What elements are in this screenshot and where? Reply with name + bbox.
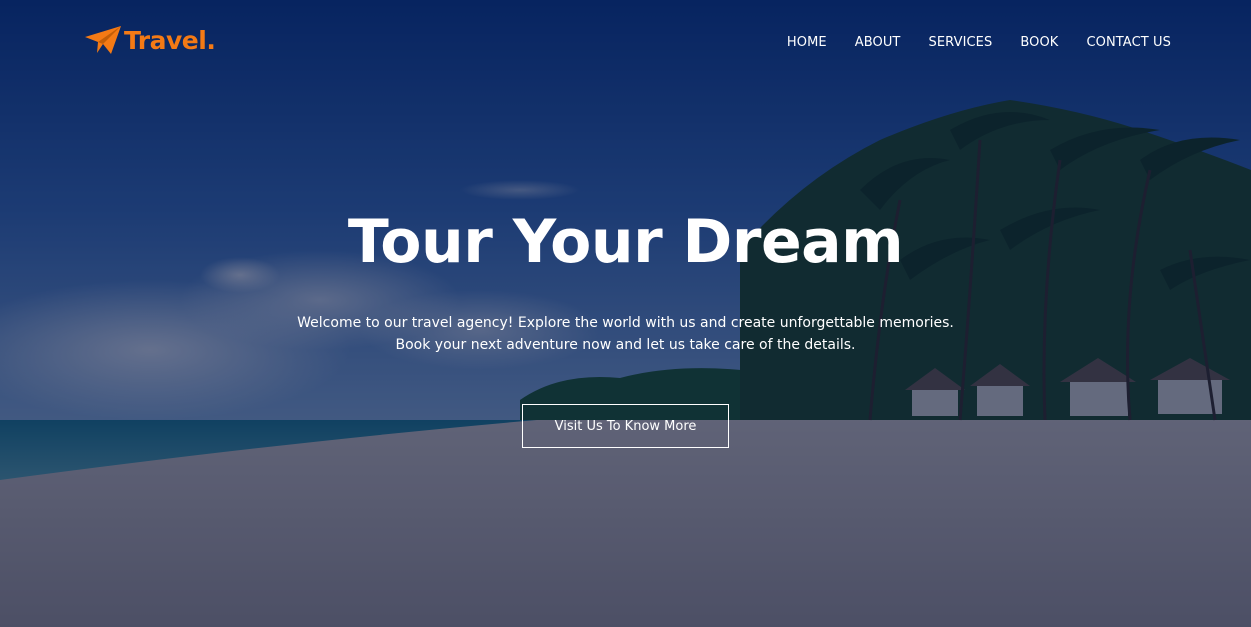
paper-plane-icon (85, 26, 121, 54)
nav-item-about[interactable]: ABOUT (855, 35, 901, 50)
logo-text: Travel. (124, 25, 216, 55)
nav-item-services[interactable]: SERVICES (928, 35, 992, 50)
nav-item-home[interactable]: HOME (787, 35, 827, 50)
logo[interactable]: Travel. (84, 24, 216, 56)
nav-item-contact-us[interactable]: CONTACT US (1086, 35, 1171, 50)
hero-title: Tour Your Dream (347, 207, 904, 277)
hero-section: Travel. HOME ABOUT SERVICES BOOK CONTACT… (0, 0, 1251, 627)
visit-us-button[interactable]: Visit Us To Know More (522, 404, 729, 448)
navbar: Travel. HOME ABOUT SERVICES BOOK CONTACT… (0, 0, 1251, 88)
hero-description-line-1: Welcome to our travel agency! Explore th… (297, 315, 954, 331)
hero-content: Tour Your Dream Welcome to our travel ag… (0, 200, 1251, 448)
hero-description-line-2: Book your next adventure now and let us … (395, 337, 856, 353)
nav-item-book[interactable]: BOOK (1020, 35, 1058, 50)
main-nav: HOME ABOUT SERVICES BOOK CONTACT US (787, 35, 1171, 50)
hero-description: Welcome to our travel agency! Explore th… (0, 312, 1251, 356)
